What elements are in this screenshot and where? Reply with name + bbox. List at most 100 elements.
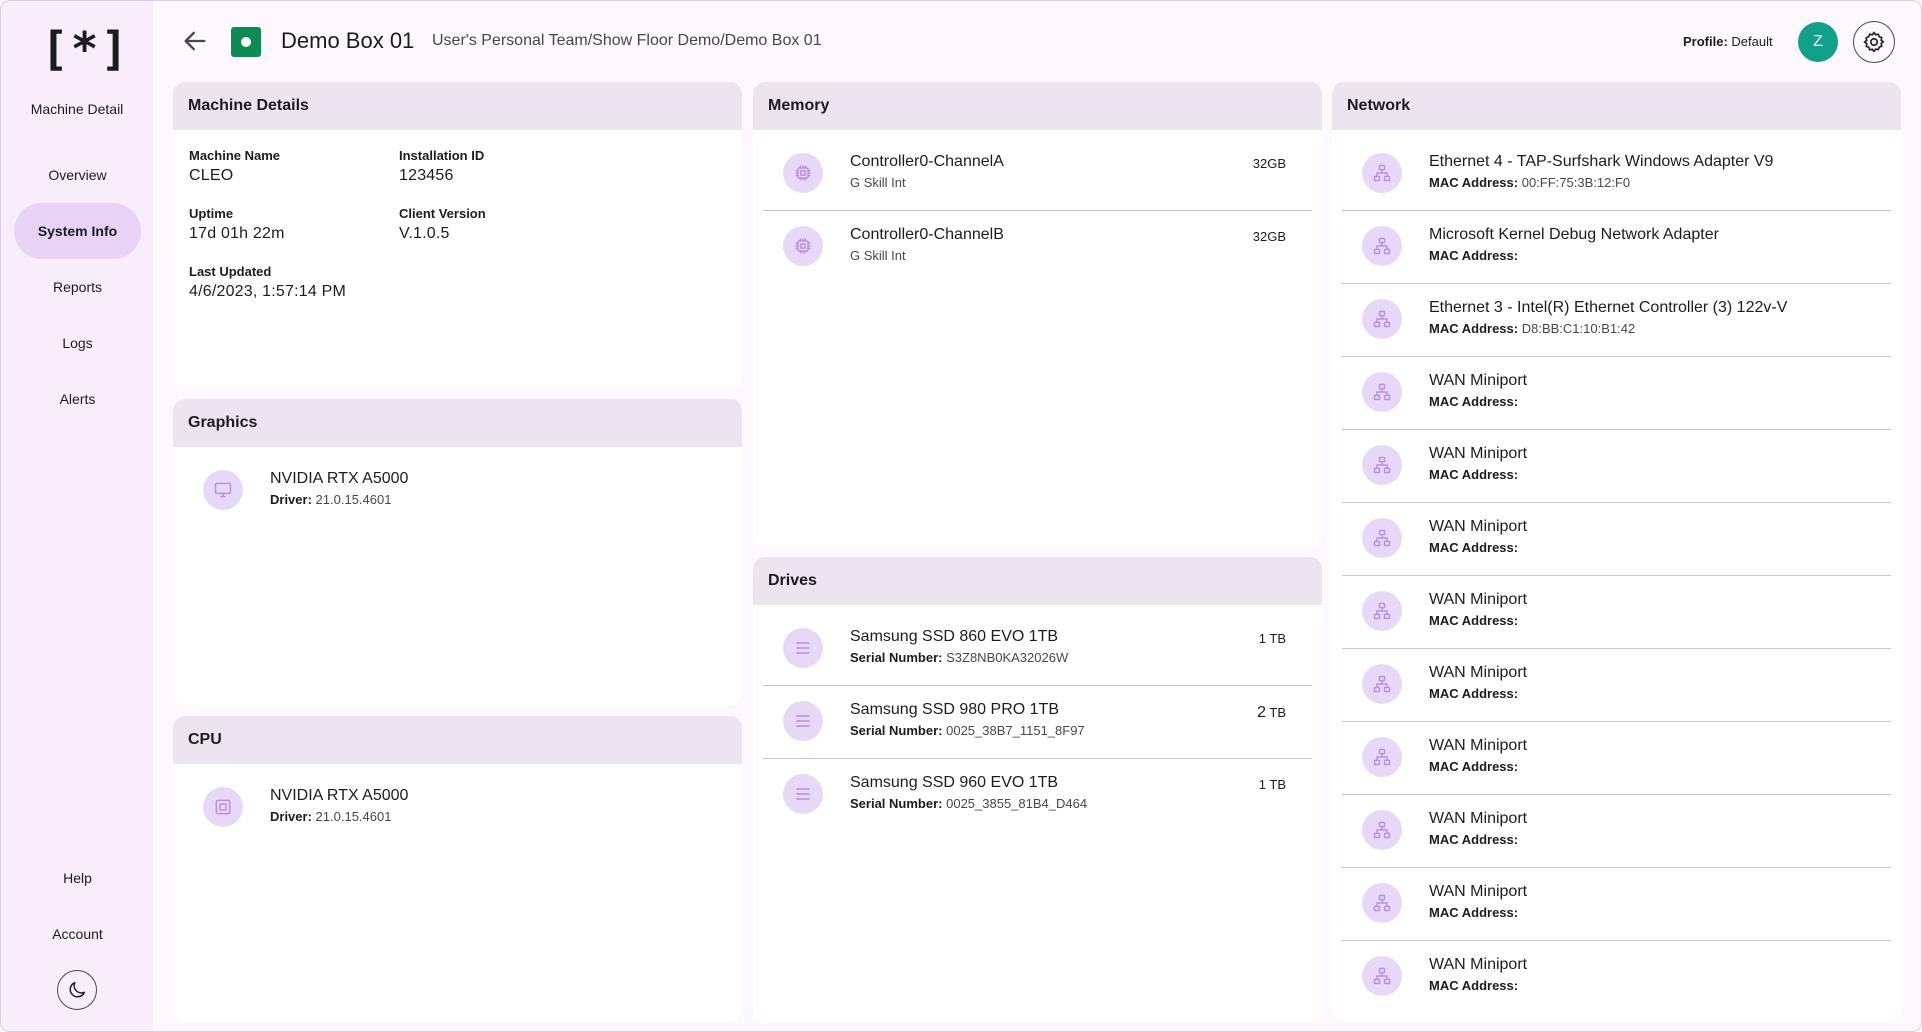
network-adapter-item: WAN Miniport MAC Address: [1342,503,1891,576]
network-adapter-name: WAN Miniport [1429,664,1528,681]
drive-size: 2 TB [1257,704,1286,721]
network-adapter-name: WAN Miniport [1429,956,1528,973]
sidebar: [*] Machine Detail Overview System Info … [1,1,153,1031]
network-adapter-item: WAN Miniport MAC Address: [1342,649,1891,722]
network-adapter-name: WAN Miniport [1429,518,1528,535]
uptime-value: 17d 01h 22m [189,225,285,242]
cpu-icon [203,787,243,827]
monitor-icon [203,470,243,510]
sidebar-item-help[interactable]: Help [14,850,141,906]
network-adapter-name: Ethernet 3 - Intel(R) Ethernet Controlle… [1429,299,1788,316]
sidebar-item-alerts[interactable]: Alerts [14,371,141,427]
cpu-name: NVIDIA RTX A5000 [270,787,409,804]
theme-toggle-button[interactable] [57,970,97,1010]
memory-name: Controller0-ChannelB [850,226,1004,243]
sidebar-item-overview[interactable]: Overview [14,147,141,203]
network-mac: MAC Address: [1429,759,1519,774]
network-icon [1362,445,1402,485]
uptime-field: Uptime 17d 01h 22m [189,206,285,243]
storage-icon [783,628,823,668]
network-icon [1362,810,1402,850]
storage-icon [783,701,823,741]
network-adapter-name: Ethernet 4 - TAP-Surfshark Windows Adapt… [1429,153,1774,170]
network-icon [1362,226,1402,266]
drive-name: Samsung SSD 860 EVO 1TB [850,628,1059,645]
network-icon [1362,883,1402,923]
network-adapter-item: WAN Miniport MAC Address: [1342,430,1891,503]
network-mac: MAC Address: [1429,905,1519,920]
page-title: Demo Box 01 [281,28,415,53]
network-adapter-item: WAN Miniport MAC Address: [1342,795,1891,868]
installation-id-label: Installation ID [399,148,485,163]
drive-size: 1 TB [1258,777,1286,792]
storage-icon [783,774,823,814]
profile-label: Profile: [1683,34,1728,49]
app-window: [*] Machine Detail Overview System Info … [0,0,1922,1032]
network-icon [1362,518,1402,558]
sidebar-item-system-info[interactable]: System Info [14,203,141,259]
chip-icon [783,153,823,193]
memory-item: Controller0-ChannelA G Skill Int 32GB [763,138,1312,211]
network-header: Network [1332,82,1901,130]
network-icon [1362,737,1402,777]
network-icon [1362,372,1402,412]
drive-serial: Serial Number: 0025_3855_81B4_D464 [850,796,1088,811]
sidebar-item-logs[interactable]: Logs [14,315,141,371]
network-mac: MAC Address: [1429,394,1519,409]
machine-details-card: Machine Details Machine Name CLEO Instal… [173,82,742,388]
drive-item: Samsung SSD 860 EVO 1TB Serial Number: S… [763,613,1312,686]
memory-size: 32GB [1252,229,1286,244]
network-mac: MAC Address: [1429,467,1519,482]
network-mac: MAC Address: [1429,540,1519,555]
breadcrumb: User's Personal Team/Show Floor Demo/Dem… [432,32,822,49]
profile-indicator[interactable]: Profile: Default [1683,34,1773,49]
arrow-back-icon[interactable] [181,27,209,55]
network-mac: MAC Address: [1429,248,1519,263]
network-adapter-item: Ethernet 4 - TAP-Surfshark Windows Adapt… [1342,138,1891,211]
drive-name: Samsung SSD 960 EVO 1TB [850,774,1059,791]
network-mac: MAC Address: D8:BB:C1:10:B1:42 [1429,321,1636,336]
drive-serial: Serial Number: 0025_38B7_1151_8F97 [850,723,1085,738]
cpu-item: NVIDIA RTX A5000 Driver: 21.0.15.4601 [183,772,732,845]
network-icon [1362,591,1402,631]
machine-details-header: Machine Details [173,82,742,130]
network-mac: MAC Address: [1429,686,1519,701]
network-adapter-item: Microsoft Kernel Debug Network Adapter MA… [1342,211,1891,284]
drive-size: 1 TB [1258,631,1286,646]
network-adapter-item: Ethernet 3 - Intel(R) Ethernet Controlle… [1342,284,1891,357]
machine-name-value: CLEO [189,167,234,184]
graphics-card: Graphics NVIDIA RTX A5000 Driver: 21.0.1… [173,399,742,705]
network-adapter-name: WAN Miniport [1429,737,1528,754]
settings-button[interactable] [1853,21,1895,63]
network-adapter-name: Microsoft Kernel Debug Network Adapter [1429,226,1719,243]
last-updated-field: Last Updated 4/6/2023, 1:57:14 PM [189,264,346,301]
client-version-field: Client Version V.1.0.5 [399,206,486,243]
network-card: Network Ethernet 4 - TAP-Surfshark Windo… [1332,82,1901,1022]
avatar[interactable]: Z [1798,22,1838,62]
graphics-item: NVIDIA RTX A5000 Driver: 21.0.15.4601 [183,455,732,528]
network-adapter-name: WAN Miniport [1429,372,1528,389]
network-icon [1362,956,1402,996]
sidebar-item-account[interactable]: Account [14,906,141,962]
cpu-driver: Driver: 21.0.15.4601 [270,809,392,824]
sidebar-item-reports[interactable]: Reports [14,259,141,315]
network-icon [1362,153,1402,193]
machine-status-icon [231,27,261,57]
network-icon [1362,299,1402,339]
network-adapter-name: WAN Miniport [1429,883,1528,900]
cpu-card: CPU NVIDIA RTX A5000 Driver: 21.0.15.460… [173,716,742,1022]
network-mac: MAC Address: [1429,832,1519,847]
last-updated-value: 4/6/2023, 1:57:14 PM [189,283,346,300]
drive-item: Samsung SSD 960 EVO 1TB Serial Number: 0… [763,759,1312,832]
gear-icon [1863,31,1885,53]
uptime-label: Uptime [189,206,234,221]
moon-icon [69,981,86,998]
network-adapter-item: WAN Miniport MAC Address: [1342,357,1891,430]
memory-card: Memory Controller0-ChannelA G Skill Int … [753,82,1322,546]
app-logo[interactable]: [*] [41,23,128,75]
network-adapter-name: WAN Miniport [1429,810,1528,827]
network-adapter-name: WAN Miniport [1429,591,1528,608]
machine-name-label: Machine Name [189,148,281,163]
last-updated-label: Last Updated [189,264,272,279]
network-mac: MAC Address: [1429,613,1519,628]
